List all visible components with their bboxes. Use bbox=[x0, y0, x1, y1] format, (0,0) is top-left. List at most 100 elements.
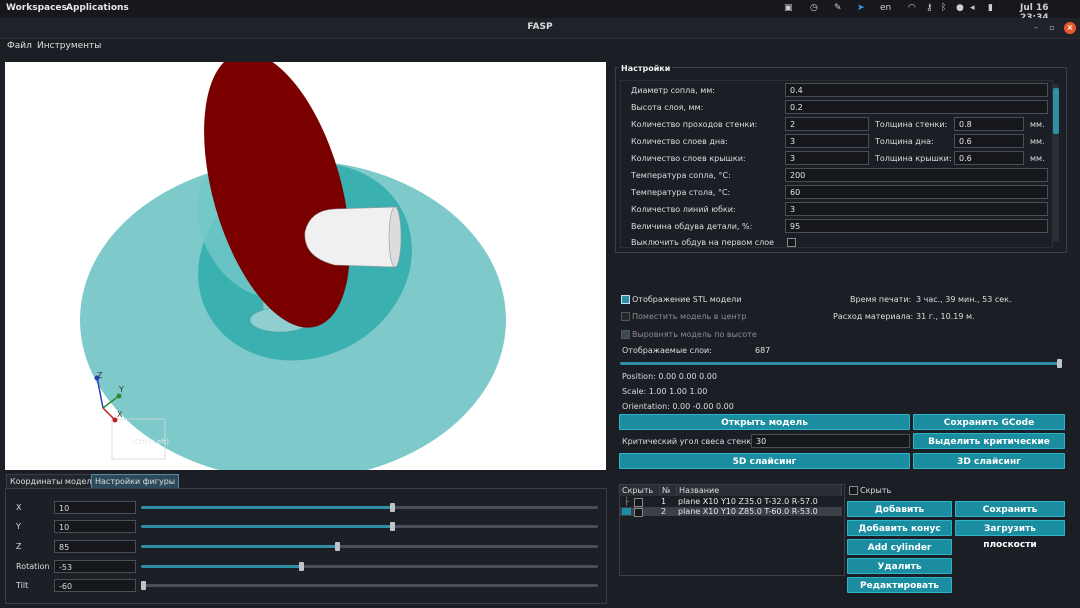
settings-scrollbar-thumb[interactable] bbox=[1053, 88, 1059, 134]
settings-title: Настройки bbox=[619, 64, 673, 73]
add-plane-button[interactable]: Добавить плоскость bbox=[847, 501, 952, 531]
applications-menu[interactable]: Applications bbox=[66, 3, 129, 13]
nozzle-temp-input[interactable]: 200 bbox=[785, 168, 1048, 182]
figure-settings-panel: X 10 Y 10 Z 85 Rotation -53 Tilt -60 bbox=[5, 488, 607, 604]
layers-slider[interactable] bbox=[620, 359, 1062, 368]
top-thickness-label: Толщина крышки: bbox=[875, 154, 952, 163]
col-num-header[interactable]: № bbox=[660, 485, 677, 496]
center-model-label[interactable]: Поместить модель в центр bbox=[632, 312, 746, 321]
fan-input[interactable]: 95 bbox=[785, 219, 1048, 233]
hide-checkbox[interactable] bbox=[849, 486, 858, 495]
hide-label[interactable]: Скрыть bbox=[860, 486, 891, 495]
col-name-header[interactable]: Название bbox=[677, 485, 842, 496]
slider-value-input[interactable]: 85 bbox=[54, 540, 136, 553]
table-row[interactable]: ├ 1 plane X10 Y10 Z35.0 T-32.0 R-57.0 bbox=[620, 497, 842, 507]
slider-track[interactable] bbox=[141, 542, 598, 551]
slider-thumb[interactable] bbox=[389, 522, 395, 531]
slider-thumb[interactable] bbox=[389, 503, 395, 512]
slice-5d-button[interactable]: 5D слайсинг bbox=[619, 453, 910, 469]
orientation-readout: Orientation: 0.00 -0.00 0.00 bbox=[622, 402, 734, 411]
bottom-layers-input[interactable]: 3 bbox=[785, 134, 869, 148]
telegram-icon[interactable]: ➤ bbox=[857, 3, 865, 13]
bottom-thickness-input[interactable]: 0.6 bbox=[954, 134, 1024, 148]
tray-pen-icon[interactable]: ✎ bbox=[834, 3, 842, 13]
highlight-overhangs-button[interactable]: Выделить критические свесы bbox=[913, 433, 1065, 463]
key-icon[interactable]: ⚷ bbox=[926, 3, 933, 13]
save-gcode-button[interactable]: Сохранить GCode bbox=[913, 414, 1065, 430]
menu-tools[interactable]: Инструменты bbox=[37, 41, 101, 51]
system-top-bar: Workspaces Applications ▣ ◷ ✎ ➤ en ◠ ⚷ ᛒ… bbox=[0, 0, 1080, 23]
edit-button[interactable]: Редактировать bbox=[847, 577, 952, 593]
close-icon[interactable]: × bbox=[1064, 22, 1076, 34]
row-hide-checkbox[interactable] bbox=[634, 508, 643, 517]
wall-thickness-input[interactable]: 0.8 bbox=[954, 117, 1024, 131]
battery-icon[interactable]: ▮ bbox=[988, 3, 993, 13]
slider-value-input[interactable]: -60 bbox=[54, 579, 136, 592]
slider-thumb[interactable] bbox=[335, 542, 341, 551]
center-model-checkbox[interactable] bbox=[621, 312, 630, 321]
bluetooth-icon[interactable]: ᛒ bbox=[941, 3, 946, 13]
show-stl-label[interactable]: Отображение STL модели bbox=[632, 295, 741, 304]
layers-slider-fill bbox=[620, 362, 1062, 365]
window-title: FASP bbox=[527, 22, 553, 32]
settings-scrollbar[interactable] bbox=[1053, 84, 1059, 242]
slider-thumb[interactable] bbox=[141, 581, 146, 590]
add-cone-button[interactable]: Добавить конус bbox=[847, 520, 952, 536]
skirt-lines-input[interactable]: 3 bbox=[785, 202, 1048, 216]
maximize-icon[interactable]: ▫ bbox=[1046, 22, 1058, 34]
table-row[interactable]: 2 plane X10 Y10 Z85.0 T-60.0 R-53.0 bbox=[620, 507, 842, 517]
minimize-icon[interactable]: – bbox=[1030, 22, 1042, 34]
menu-file[interactable]: Файл bbox=[7, 41, 32, 51]
microphone-icon[interactable]: ● bbox=[956, 3, 964, 13]
delete-button[interactable]: Удалить bbox=[847, 558, 952, 574]
slider-thumb[interactable] bbox=[299, 562, 305, 571]
slider-label: Y bbox=[16, 522, 21, 531]
slice-3d-button[interactable]: 3D слайсинг bbox=[913, 453, 1065, 469]
workspaces-menu[interactable]: Workspaces bbox=[6, 3, 67, 13]
slider-track[interactable] bbox=[141, 581, 598, 590]
col-hide-header[interactable]: Скрыть bbox=[620, 485, 660, 496]
row-name: plane X10 Y10 Z85.0 T-60.0 R-53.0 bbox=[678, 507, 818, 516]
nozzle-diameter-input[interactable]: 0.4 bbox=[785, 83, 1048, 97]
fan-label: Величина обдува детали, %: bbox=[631, 222, 753, 231]
slider-value-input[interactable]: -53 bbox=[54, 560, 136, 573]
slider-track[interactable] bbox=[141, 522, 598, 531]
axis-y-label: Y bbox=[118, 385, 124, 394]
planes-table[interactable]: Скрыть № Название ├ 1 plane X10 Y10 Z35.… bbox=[619, 484, 845, 576]
wall-passes-input[interactable]: 2 bbox=[785, 117, 869, 131]
add-cylinder-button[interactable]: Add cylinder bbox=[847, 539, 952, 555]
axis-x-label: X bbox=[117, 410, 123, 419]
slider-track[interactable] bbox=[141, 562, 598, 571]
wifi-icon[interactable]: ◠ bbox=[908, 3, 916, 13]
tray-clock-icon[interactable]: ◷ bbox=[810, 3, 818, 13]
slider-value-input[interactable]: 10 bbox=[54, 520, 136, 533]
row-hide-checkbox[interactable] bbox=[634, 498, 643, 507]
align-height-label[interactable]: Выровнять модель по высоте bbox=[632, 330, 757, 339]
align-height-checkbox[interactable] bbox=[621, 330, 630, 339]
fan-off-first-layer-checkbox[interactable] bbox=[787, 238, 796, 247]
nozzle-diameter-label: Диаметр сопла, мм: bbox=[631, 86, 715, 95]
top-thickness-input[interactable]: 0.6 bbox=[954, 151, 1024, 165]
bed-temp-input[interactable]: 60 bbox=[785, 185, 1048, 199]
window-titlebar: FASP – ▫ × bbox=[0, 18, 1080, 39]
slider-value-input[interactable]: 10 bbox=[54, 501, 136, 514]
save-planes-button[interactable]: Сохранить плоскости bbox=[955, 501, 1065, 531]
tray-app-icon[interactable]: ▣ bbox=[784, 3, 793, 13]
language-indicator[interactable]: en bbox=[880, 3, 891, 13]
3d-viewport[interactable]: Z Y X (Ctrl+Left) bbox=[5, 62, 606, 470]
critical-angle-input[interactable]: 30 bbox=[751, 434, 910, 448]
slider-label: X bbox=[16, 503, 22, 512]
slider-label: Tilt bbox=[16, 581, 29, 590]
load-planes-button[interactable]: Загрузить плоскости bbox=[955, 520, 1065, 550]
layer-height-input[interactable]: 0.2 bbox=[785, 100, 1048, 114]
axis-z-label: Z bbox=[97, 371, 103, 380]
volume-icon[interactable]: ◂ bbox=[970, 3, 975, 13]
show-stl-checkbox[interactable] bbox=[621, 295, 630, 304]
skirt-lines-label: Количество линий юбки: bbox=[631, 205, 736, 214]
bottom-layers-label: Количество слоев дна: bbox=[631, 137, 728, 146]
layers-slider-thumb[interactable] bbox=[1057, 359, 1062, 368]
open-model-button[interactable]: Открыть модель bbox=[619, 414, 910, 430]
slider-track[interactable] bbox=[141, 503, 598, 512]
top-layers-input[interactable]: 3 bbox=[785, 151, 869, 165]
settings-scroll-area[interactable]: Диаметр сопла, мм: 0.4 Высота слоя, мм: … bbox=[620, 80, 1053, 248]
